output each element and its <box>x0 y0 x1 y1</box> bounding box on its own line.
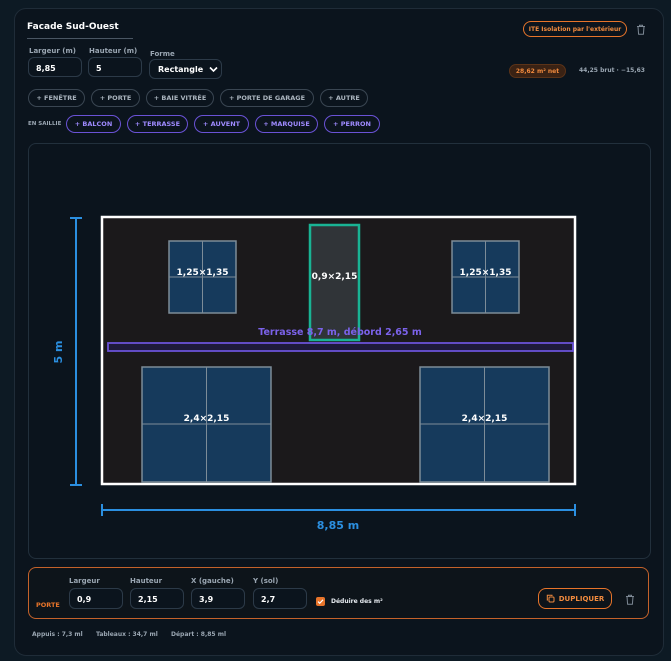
door-selected[interactable] <box>308 223 361 342</box>
editor-height-label: Hauteur <box>130 577 163 585</box>
bay-right-label: 2,4×2,15 <box>462 414 508 424</box>
terrace-label: Terrasse 8,7 m, débord 2,65 m <box>258 327 422 338</box>
deduct-checkbox[interactable] <box>316 597 325 606</box>
height-dimension <box>70 217 82 486</box>
editor-height-input[interactable]: 2,15 <box>130 588 184 609</box>
width-dimension-label: 8,85 m <box>317 519 359 532</box>
editor-x-input[interactable]: 3,9 <box>191 588 245 609</box>
facade-drawing: 5 m 8,85 m 1,25×1,35 1,25×1,35 0,9×2,15 … <box>52 215 577 532</box>
bay-window-right[interactable] <box>419 366 550 483</box>
height-dimension-label: 5 m <box>52 341 65 364</box>
editor-width-label: Largeur <box>69 577 100 585</box>
delete-opening-icon[interactable] <box>625 594 635 605</box>
width-dimension <box>101 504 576 516</box>
tableaux-stat: Tableaux : 34,7 ml <box>96 631 158 638</box>
window-right-label: 1,25×1,35 <box>460 268 512 278</box>
editor-y-label: Y (sol) <box>253 577 279 585</box>
terrace-bar[interactable] <box>107 342 574 352</box>
appuis-stat: Appuis : 7,3 ml <box>32 631 83 638</box>
bay-left-label: 2,4×2,15 <box>184 414 230 424</box>
door-label: 0,9×2,15 <box>312 272 358 282</box>
duplicate-button[interactable]: DUPLIQUER <box>538 588 612 609</box>
copy-icon <box>546 594 555 603</box>
opening-type-label: PORTE <box>36 601 60 609</box>
bay-window-left[interactable] <box>141 366 272 483</box>
deduct-label: Déduire des m² <box>331 598 383 605</box>
editor-x-label: X (gauche) <box>191 577 234 585</box>
checkmark-icon <box>317 599 324 605</box>
duplicate-label: DUPLIQUER <box>558 594 605 603</box>
depart-stat: Départ : 8,85 ml <box>171 631 226 638</box>
editor-y-input[interactable]: 2,7 <box>253 588 307 609</box>
editor-width-input[interactable]: 0,9 <box>69 588 123 609</box>
window-left-label: 1,25×1,35 <box>177 268 229 278</box>
